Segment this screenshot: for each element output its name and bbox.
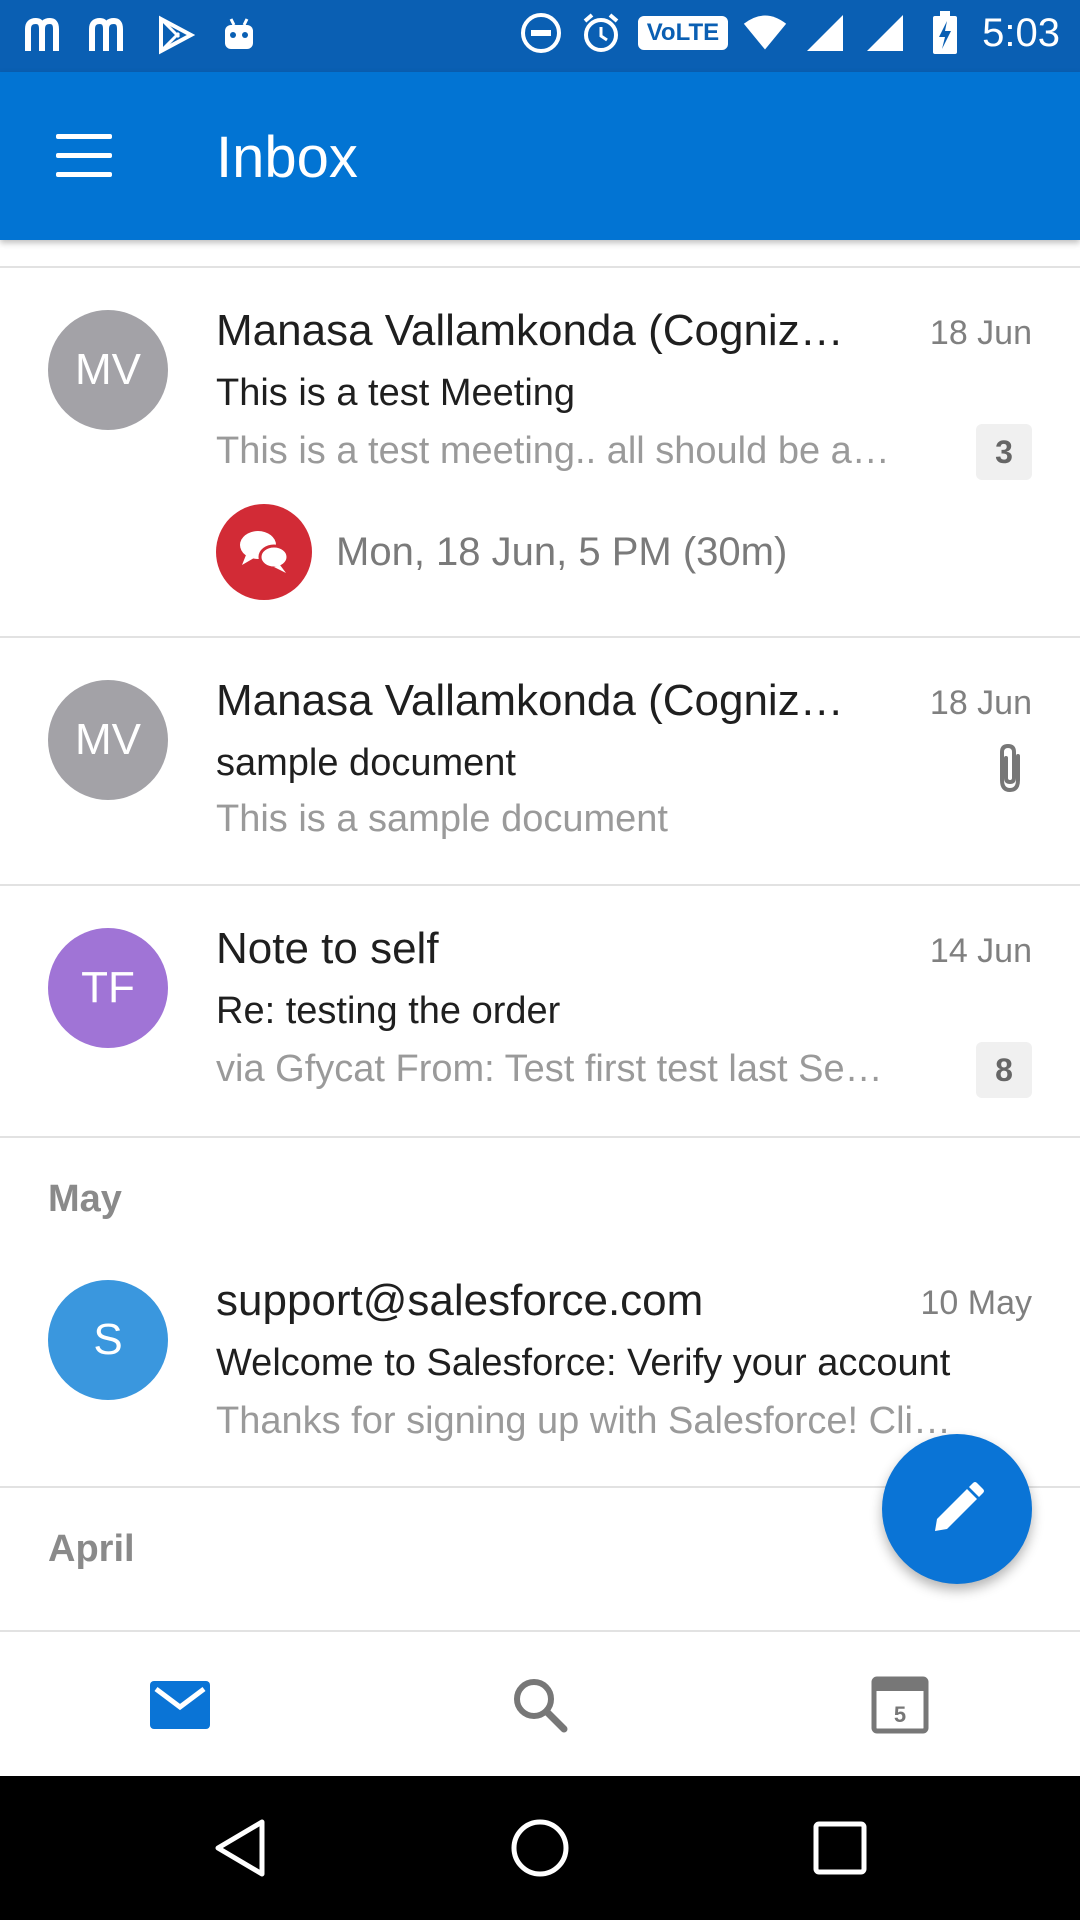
app-bar: Inbox — [0, 72, 1080, 240]
play-store-icon — [152, 12, 198, 58]
email-sender: Note to self — [216, 924, 439, 973]
clock: 5:03 — [982, 10, 1060, 55]
compose-pencil-icon — [935, 1482, 984, 1531]
paperclip-icon — [990, 742, 1030, 796]
tab-search[interactable] — [360, 1632, 720, 1778]
email-preview: Thanks for signing up with Salesforce! C… — [216, 1400, 951, 1442]
wifi-icon — [742, 10, 788, 56]
signal-icon — [862, 10, 908, 56]
email-sender: Manasa Vallamkonda (Cogniz… — [216, 306, 844, 355]
section-header-may: May — [48, 1178, 122, 1220]
status-bar: VoLTE 5:03 — [0, 0, 1080, 72]
email-item[interactable]: TF Note to self 14 Jun Re: testing the o… — [0, 886, 1080, 1136]
email-date: 18 Jun — [929, 314, 1032, 352]
back-button[interactable] — [140, 1776, 340, 1920]
bottom-tab-bar: 5 — [0, 1630, 1080, 1778]
section-header-april: April — [48, 1528, 135, 1570]
mi-app-icon — [24, 12, 70, 58]
system-navigation-bar — [0, 1776, 1080, 1920]
email-item[interactable]: MV Manasa Vallamkonda (Cogniz… 18 Jun sa… — [0, 638, 1080, 884]
mail-icon — [150, 1681, 210, 1729]
meeting-chat-icon — [216, 504, 312, 600]
email-subject: sample document — [216, 742, 516, 784]
email-subject: Welcome to Salesforce: Verify your accou… — [216, 1342, 951, 1384]
thread-count-badge: 3 — [976, 424, 1032, 480]
email-date: 14 Jun — [929, 932, 1032, 970]
do-not-disturb-icon — [518, 10, 564, 56]
email-date: 10 May — [920, 1284, 1033, 1322]
battery-charging-icon — [922, 10, 968, 56]
divider — [0, 1136, 1080, 1138]
compose-button[interactable] — [882, 1434, 1032, 1584]
home-circle-icon — [511, 1819, 569, 1877]
android-icon — [216, 12, 262, 58]
calendar-icon: 5 — [871, 1676, 929, 1734]
avatar: MV — [48, 310, 168, 430]
hamburger-menu-icon[interactable] — [56, 134, 112, 178]
mi-app-icon — [88, 12, 134, 58]
home-button[interactable] — [440, 1776, 640, 1920]
email-preview: This is a test meeting.. all should be a… — [216, 430, 890, 472]
search-icon — [514, 1679, 568, 1733]
avatar: TF — [48, 928, 168, 1048]
thread-count-badge: 8 — [976, 1042, 1032, 1098]
email-date: 18 Jun — [929, 684, 1032, 722]
calendar-day: 5 — [894, 1702, 906, 1727]
email-preview: This is a sample document — [216, 798, 668, 840]
email-subject: This is a test Meeting — [216, 372, 576, 414]
email-sender: support@salesforce.com — [216, 1276, 704, 1325]
tab-mail[interactable] — [0, 1632, 360, 1778]
email-sender: Manasa Vallamkonda (Cogniz… — [216, 676, 844, 725]
email-preview: via Gfycat From: Test first test last Se… — [216, 1048, 883, 1090]
page-title: Inbox — [216, 125, 358, 190]
tab-calendar[interactable]: 5 — [720, 1632, 1080, 1778]
email-subject: Re: testing the order — [216, 990, 561, 1032]
back-triangle-icon — [215, 1819, 265, 1877]
signal-icon — [802, 10, 848, 56]
avatar: S — [48, 1280, 168, 1400]
recents-button[interactable] — [740, 1776, 940, 1920]
email-list[interactable]: MV Manasa Vallamkonda (Cogniz… 18 Jun Th… — [0, 240, 1080, 1630]
avatar: MV — [48, 680, 168, 800]
volte-icon: VoLTE — [637, 16, 729, 50]
recents-square-icon — [813, 1821, 867, 1875]
alarm-icon — [578, 10, 624, 56]
meeting-time: Mon, 18 Jun, 5 PM (30m) — [336, 530, 788, 574]
